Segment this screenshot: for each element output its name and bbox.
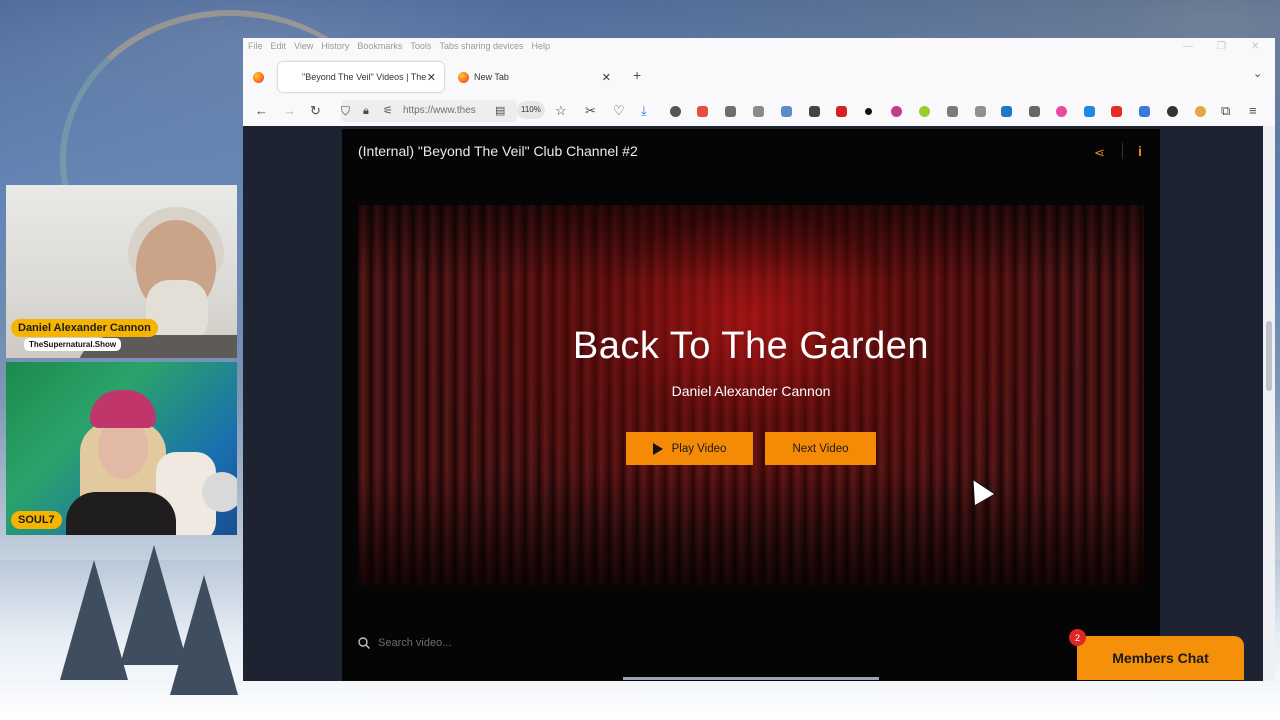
forward-icon[interactable]: → xyxy=(283,103,296,119)
lock-icon[interactable]: 🔒︎ xyxy=(363,103,369,119)
screenshot-icon[interactable]: ✂ xyxy=(585,103,596,119)
desktop-tree xyxy=(170,575,238,695)
url-text: https://www.thes xyxy=(403,105,476,116)
navigation-bar: ← → ↻ ⛉ 🔒︎ ⚟ https://www.thes ▤ 110% ☆ ✂… xyxy=(243,96,1275,126)
extension-icon[interactable] xyxy=(919,106,930,117)
close-window-icon[interactable]: ✕ xyxy=(1251,41,1259,52)
extension-icon[interactable] xyxy=(1084,106,1095,117)
page-content: (Internal) "Beyond The Veil" Club Channe… xyxy=(243,126,1275,681)
guest-top xyxy=(66,492,176,535)
extension-icon[interactable] xyxy=(865,108,872,115)
menu-help[interactable]: Help xyxy=(531,41,550,51)
scrollbar-thumb[interactable] xyxy=(1266,321,1272,391)
menu-file[interactable]: File xyxy=(248,41,263,51)
extension-icon[interactable] xyxy=(1111,106,1122,117)
tab-beyond-the-veil[interactable]: "Beyond The Veil" Videos | The ✕ xyxy=(278,62,444,92)
thumbnail-strip xyxy=(623,677,879,680)
extension-icon[interactable] xyxy=(1056,106,1067,117)
play-icon xyxy=(652,442,663,455)
webcam-guest: SOUL7 xyxy=(6,362,237,535)
desktop-tree xyxy=(60,560,128,680)
webcam-host: Daniel Alexander Cannon TheSupernatural.… xyxy=(6,185,237,358)
permissions-icon[interactable]: ⚟ xyxy=(383,103,393,119)
extension-icon[interactable] xyxy=(1167,106,1178,117)
extension-icon[interactable] xyxy=(947,106,958,117)
tab-title: New Tab xyxy=(474,72,509,82)
extension-icon[interactable] xyxy=(725,106,736,117)
menu-tabs-sharing[interactable]: Tabs sharing devices xyxy=(439,41,523,51)
extension-icon[interactable] xyxy=(1029,106,1040,117)
menu-view[interactable]: View xyxy=(294,41,313,51)
browser-window: File Edit View History Bookmarks Tools T… xyxy=(243,38,1275,681)
tab-bar: "Beyond The Veil" Videos | The ✕ New Tab… xyxy=(243,54,1275,96)
app-menu-icon[interactable]: ≡ xyxy=(1249,103,1257,119)
extension-icon[interactable] xyxy=(809,106,820,117)
menu-bookmarks[interactable]: Bookmarks xyxy=(357,41,402,51)
maximize-icon[interactable]: ❐ xyxy=(1217,41,1226,52)
firefox-icon xyxy=(458,72,469,83)
menu-tools[interactable]: Tools xyxy=(410,41,431,51)
close-tab-icon[interactable]: ✕ xyxy=(602,71,611,84)
extension-icon[interactable] xyxy=(975,106,986,117)
play-video-label: Play Video xyxy=(671,442,727,455)
search-icon xyxy=(358,637,370,649)
unread-badge: 2 xyxy=(1069,629,1086,646)
next-video-label: Next Video xyxy=(792,442,849,455)
info-icon[interactable]: i xyxy=(1138,143,1142,159)
header-divider xyxy=(1122,143,1123,159)
reload-icon[interactable]: ↻ xyxy=(310,103,321,119)
channel-title: (Internal) "Beyond The Veil" Club Channe… xyxy=(358,143,638,159)
extension-icon[interactable] xyxy=(1139,106,1150,117)
next-video-button[interactable]: Next Video xyxy=(765,432,876,465)
back-icon[interactable]: ← xyxy=(255,103,268,119)
video-title: Back To The Garden xyxy=(572,325,930,367)
zoom-level[interactable]: 110% xyxy=(517,101,545,119)
share-icon[interactable]: ⋖ xyxy=(1094,145,1105,161)
bookmark-star-icon[interactable]: ☆ xyxy=(555,103,567,119)
video-author: Daniel Alexander Cannon xyxy=(671,383,831,399)
extension-icon[interactable] xyxy=(781,106,792,117)
downloads-icon[interactable]: ⤓ xyxy=(641,103,647,119)
list-tabs-icon[interactable]: ⌄ xyxy=(1253,66,1262,82)
tab-new-tab[interactable]: New Tab ✕ xyxy=(453,62,617,92)
members-chat-button[interactable]: Members Chat xyxy=(1077,636,1244,680)
extension-icon[interactable] xyxy=(1195,106,1206,117)
address-bar[interactable]: ⛉ 🔒︎ ⚟ https://www.thes ▤ xyxy=(341,100,517,122)
tab-title: "Beyond The Veil" Videos | The xyxy=(302,72,427,82)
close-tab-icon[interactable]: ✕ xyxy=(427,71,436,84)
microphone xyxy=(202,472,237,512)
pocket-icon[interactable]: ♡ xyxy=(613,103,625,119)
extension-icon[interactable] xyxy=(836,106,847,117)
reader-view-icon[interactable]: ▤ xyxy=(495,103,505,119)
extension-icon[interactable] xyxy=(891,106,902,117)
extension-icon[interactable] xyxy=(697,106,708,117)
firefox-view-icon[interactable] xyxy=(253,72,264,83)
members-chat-label: Members Chat xyxy=(1112,650,1209,666)
page-scrollbar[interactable] xyxy=(1263,126,1275,681)
host-name-tag: Daniel Alexander Cannon xyxy=(11,319,158,337)
play-video-button[interactable]: Play Video xyxy=(626,432,753,465)
extension-icon[interactable] xyxy=(670,106,681,117)
guest-name-tag: SOUL7 xyxy=(11,511,62,529)
shield-icon[interactable]: ⛉ xyxy=(341,103,350,119)
extension-icon[interactable] xyxy=(753,106,764,117)
guest-hat xyxy=(90,390,156,428)
host-subtitle-tag: TheSupernatural.Show xyxy=(24,338,122,351)
menu-history[interactable]: History xyxy=(321,41,349,51)
menu-bar: File Edit View History Bookmarks Tools T… xyxy=(243,38,1275,54)
search-video-input[interactable] xyxy=(378,633,578,653)
minimize-icon[interactable]: — xyxy=(1183,41,1193,52)
new-tab-icon[interactable]: + xyxy=(633,67,641,83)
video-player: (Internal) "Beyond The Veil" Club Channe… xyxy=(342,129,1160,681)
extension-icon[interactable] xyxy=(1001,106,1012,117)
extensions-puzzle-icon[interactable]: ⧉ xyxy=(1221,103,1230,119)
menu-edit[interactable]: Edit xyxy=(271,41,287,51)
